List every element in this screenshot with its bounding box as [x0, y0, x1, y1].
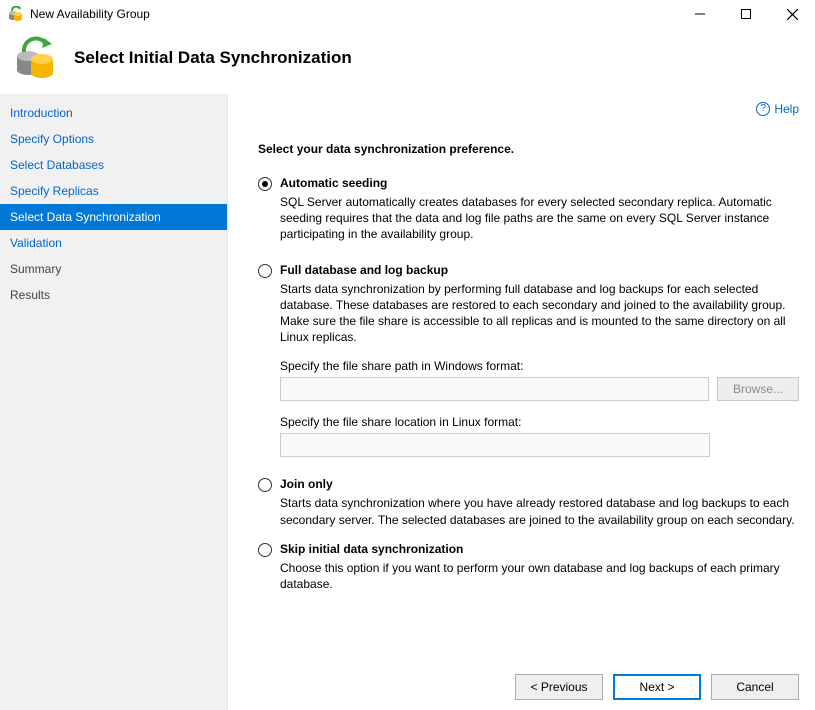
- option-desc-skip: Choose this option if you want to perfor…: [280, 560, 799, 592]
- step-specify-options[interactable]: Specify Options: [0, 126, 227, 152]
- minimize-button[interactable]: [677, 0, 723, 28]
- help-icon: ?: [756, 102, 770, 116]
- radio-skip[interactable]: [258, 543, 272, 557]
- page-title: Select Initial Data Synchronization: [74, 48, 352, 68]
- step-results: Results: [0, 282, 227, 308]
- option-join-only: Join only Starts data synchronization wh…: [258, 477, 799, 527]
- next-button[interactable]: Next >: [613, 674, 701, 700]
- step-select-databases[interactable]: Select Databases: [0, 152, 227, 178]
- app-icon: [8, 6, 24, 22]
- help-label: Help: [774, 102, 799, 116]
- window-controls: [677, 0, 815, 28]
- step-introduction[interactable]: Introduction: [0, 100, 227, 126]
- title-bar: New Availability Group: [0, 0, 815, 28]
- browse-button[interactable]: Browse...: [717, 377, 799, 401]
- option-desc-automatic-seeding: SQL Server automatically creates databas…: [280, 194, 799, 243]
- option-skip: Skip initial data synchronization Choose…: [258, 542, 799, 592]
- window-title: New Availability Group: [30, 7, 677, 21]
- option-automatic-seeding: Automatic seeding SQL Server automatical…: [258, 176, 799, 243]
- windows-share-label: Specify the file share path in Windows f…: [280, 359, 799, 373]
- wizard-header: Select Initial Data Synchronization: [0, 28, 815, 94]
- step-select-data-sync[interactable]: Select Data Synchronization: [0, 204, 227, 230]
- radio-full-backup[interactable]: [258, 264, 272, 278]
- wizard-content: ? Help Select your data synchronization …: [228, 94, 815, 710]
- step-specify-replicas[interactable]: Specify Replicas: [0, 178, 227, 204]
- radio-join-only[interactable]: [258, 478, 272, 492]
- wizard-header-icon: [14, 36, 58, 80]
- option-title-full-backup: Full database and log backup: [280, 263, 799, 277]
- option-title-join-only: Join only: [280, 477, 799, 491]
- step-summary: Summary: [0, 256, 227, 282]
- wizard-steps-sidebar: Introduction Specify Options Select Data…: [0, 94, 228, 710]
- previous-button[interactable]: < Previous: [515, 674, 603, 700]
- help-link[interactable]: ? Help: [756, 102, 799, 116]
- cancel-button[interactable]: Cancel: [711, 674, 799, 700]
- step-validation[interactable]: Validation: [0, 230, 227, 256]
- option-desc-join-only: Starts data synchronization where you ha…: [280, 495, 799, 527]
- windows-share-input[interactable]: [280, 377, 709, 401]
- close-button[interactable]: [769, 0, 815, 28]
- wizard-footer: < Previous Next > Cancel: [515, 674, 799, 700]
- option-title-automatic-seeding: Automatic seeding: [280, 176, 799, 190]
- linux-share-input[interactable]: [280, 433, 710, 457]
- radio-automatic-seeding[interactable]: [258, 177, 272, 191]
- option-title-skip: Skip initial data synchronization: [280, 542, 799, 556]
- maximize-button[interactable]: [723, 0, 769, 28]
- sync-preference-prompt: Select your data synchronization prefere…: [258, 142, 799, 156]
- linux-share-label: Specify the file share location in Linux…: [280, 415, 799, 429]
- option-full-backup: Full database and log backup Starts data…: [258, 263, 799, 458]
- option-desc-full-backup: Starts data synchronization by performin…: [280, 281, 799, 346]
